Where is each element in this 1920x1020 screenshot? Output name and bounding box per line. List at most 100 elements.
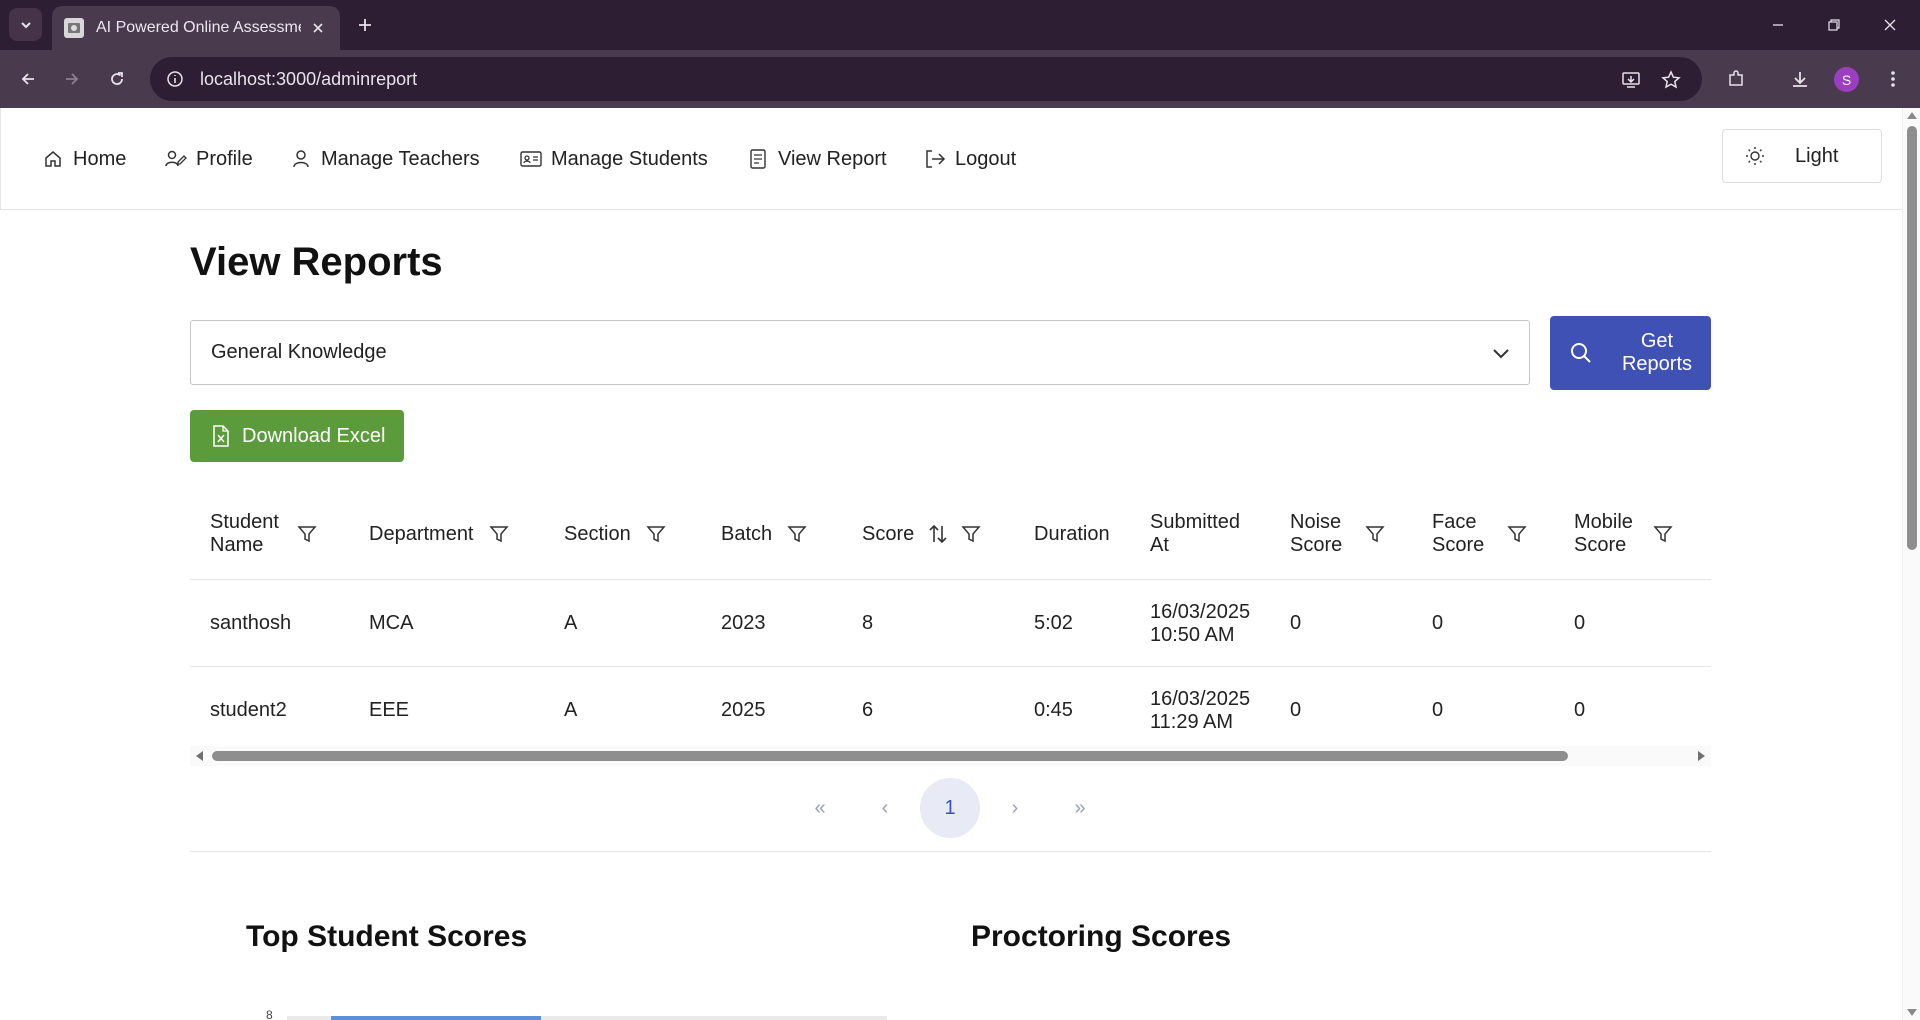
sort-icon[interactable]: [926, 522, 950, 546]
col-department-label: Department: [369, 522, 474, 545]
col-mobile-score: Mobile Score: [1574, 488, 1674, 580]
scroll-right-arrow[interactable]: [1698, 751, 1705, 761]
user-pen-icon: [164, 147, 188, 171]
home-icon: [41, 147, 65, 171]
theme-toggle-button[interactable]: Light: [1722, 129, 1882, 183]
forward-arrow-icon[interactable]: [56, 63, 88, 95]
col-mobile-score-label: Mobile Score: [1574, 511, 1633, 556]
close-window-icon[interactable]: [1870, 8, 1910, 42]
reload-icon[interactable]: [101, 63, 133, 95]
proctoring-scores-title: Proctoring Scores: [971, 920, 1232, 953]
search-icon: [1568, 340, 1594, 366]
reports-table: Student Name Department Section Batch Sc…: [190, 488, 1711, 754]
filter-icon[interactable]: [488, 523, 510, 545]
cell-department: MCA: [369, 612, 414, 634]
document-icon: [746, 147, 770, 171]
chevron-down-icon: [1493, 349, 1509, 359]
filter-icon[interactable]: [786, 523, 808, 545]
download-excel-label: Download Excel: [242, 424, 386, 447]
tab-search-button[interactable]: [9, 8, 42, 41]
top-scores-chart-top-edge: [287, 1016, 887, 1020]
address-bar[interactable]: localhost:3000/adminreport: [150, 57, 1702, 101]
col-duration-label: Duration: [1034, 522, 1110, 545]
cell-score: 8: [862, 612, 874, 634]
col-duration: Duration: [1034, 488, 1110, 580]
subject-select[interactable]: General Knowledge: [190, 320, 1530, 385]
close-tab-icon[interactable]: [308, 18, 328, 38]
scroll-thumb[interactable]: [1907, 126, 1917, 550]
download-icon[interactable]: [1784, 63, 1816, 95]
col-batch-label: Batch: [721, 522, 773, 545]
table-horizontal-scrollbar[interactable]: [190, 746, 1711, 766]
chevron-down-icon: [20, 21, 31, 28]
download-excel-button[interactable]: Download Excel: [190, 410, 404, 462]
site-info-icon[interactable]: [164, 68, 186, 90]
col-noise-score: Noise Score: [1290, 488, 1386, 580]
cell-duration: 5:02: [1034, 612, 1073, 634]
scroll-thumb[interactable]: [212, 751, 1568, 761]
nav-manage-students-label: Manage Students: [551, 147, 708, 170]
table-header: Student Name Department Section Batch Sc…: [190, 488, 1711, 580]
col-submitted-at-label: Submitted At: [1150, 511, 1241, 556]
last-page-button[interactable]: »: [1050, 778, 1110, 838]
col-score-label: Score: [862, 522, 915, 545]
nav-manage-students[interactable]: Manage Students: [519, 147, 708, 171]
nav-home[interactable]: Home: [41, 147, 126, 171]
table-row[interactable]: student2 EEE A 2025 6 0:45 16/03/2025 11…: [190, 667, 1711, 754]
filter-icon[interactable]: [1364, 523, 1386, 545]
prev-page-button[interactable]: ‹: [855, 778, 915, 838]
cell-student-name: student2: [210, 699, 287, 721]
filter-icon[interactable]: [296, 523, 318, 545]
col-face-score: Face Score: [1432, 488, 1528, 580]
filter-icon[interactable]: [645, 523, 667, 545]
chart-bar: [331, 1016, 541, 1020]
scroll-down-arrow[interactable]: [1907, 1009, 1917, 1016]
back-arrow-icon[interactable]: [12, 63, 44, 95]
install-app-icon[interactable]: [1618, 67, 1644, 93]
get-reports-button[interactable]: Get Reports: [1550, 316, 1711, 390]
col-submitted-at: Submitted At: [1150, 488, 1250, 580]
filter-icon[interactable]: [1652, 523, 1674, 545]
filter-icon[interactable]: [960, 523, 982, 545]
logout-icon: [923, 147, 947, 171]
nav-view-report[interactable]: View Report: [746, 147, 887, 171]
extensions-icon[interactable]: [1720, 63, 1752, 95]
next-page-button[interactable]: ›: [985, 778, 1045, 838]
top-navigation: Home Profile Manage Teachers Manage Stud…: [0, 108, 1902, 210]
restore-icon[interactable]: [1814, 8, 1854, 42]
nav-profile[interactable]: Profile: [164, 147, 253, 171]
page-vertical-scrollbar[interactable]: [1902, 108, 1920, 1020]
url-text: localhost:3000/adminreport: [200, 68, 418, 89]
minimize-icon[interactable]: [1758, 8, 1798, 42]
nav-logout[interactable]: Logout: [923, 147, 1016, 171]
scroll-up-arrow[interactable]: [1907, 112, 1917, 119]
pagination: « ‹ 1 › »: [0, 778, 1902, 838]
browser-tab-active[interactable]: AI Powered Online Assessment: [52, 6, 340, 50]
cell-face-score: 0: [1432, 612, 1444, 634]
cell-section: A: [564, 612, 578, 634]
scroll-left-arrow[interactable]: [196, 751, 203, 761]
table-row[interactable]: santhosh MCA A 2023 8 5:02 16/03/2025 10…: [190, 580, 1711, 667]
col-section: Section: [564, 488, 667, 580]
id-card-icon: [519, 147, 543, 171]
nav-home-label: Home: [73, 147, 127, 170]
nav-profile-label: Profile: [196, 147, 253, 170]
theme-toggle-label: Light: [1795, 144, 1839, 167]
subject-select-value: General Knowledge: [211, 341, 387, 363]
cell-batch: 2025: [721, 699, 766, 721]
first-page-button[interactable]: «: [790, 778, 850, 838]
bookmark-star-icon[interactable]: [1658, 67, 1684, 93]
more-menu-icon[interactable]: [1877, 63, 1909, 95]
cell-student-name: santhosh: [210, 612, 292, 634]
filter-icon[interactable]: [1506, 523, 1528, 545]
col-score: Score: [862, 488, 982, 580]
new-tab-icon[interactable]: [352, 12, 378, 38]
nav-logout-label: Logout: [955, 147, 1017, 170]
nav-manage-teachers-label: Manage Teachers: [321, 147, 480, 170]
nav-manage-teachers[interactable]: Manage Teachers: [289, 147, 480, 171]
page-button-current[interactable]: 1: [920, 778, 980, 838]
col-face-score-label: Face Score: [1432, 511, 1485, 556]
profile-avatar[interactable]: S: [1834, 67, 1859, 92]
cell-mobile-score: 0: [1574, 612, 1586, 634]
cell-face-score: 0: [1432, 699, 1444, 721]
